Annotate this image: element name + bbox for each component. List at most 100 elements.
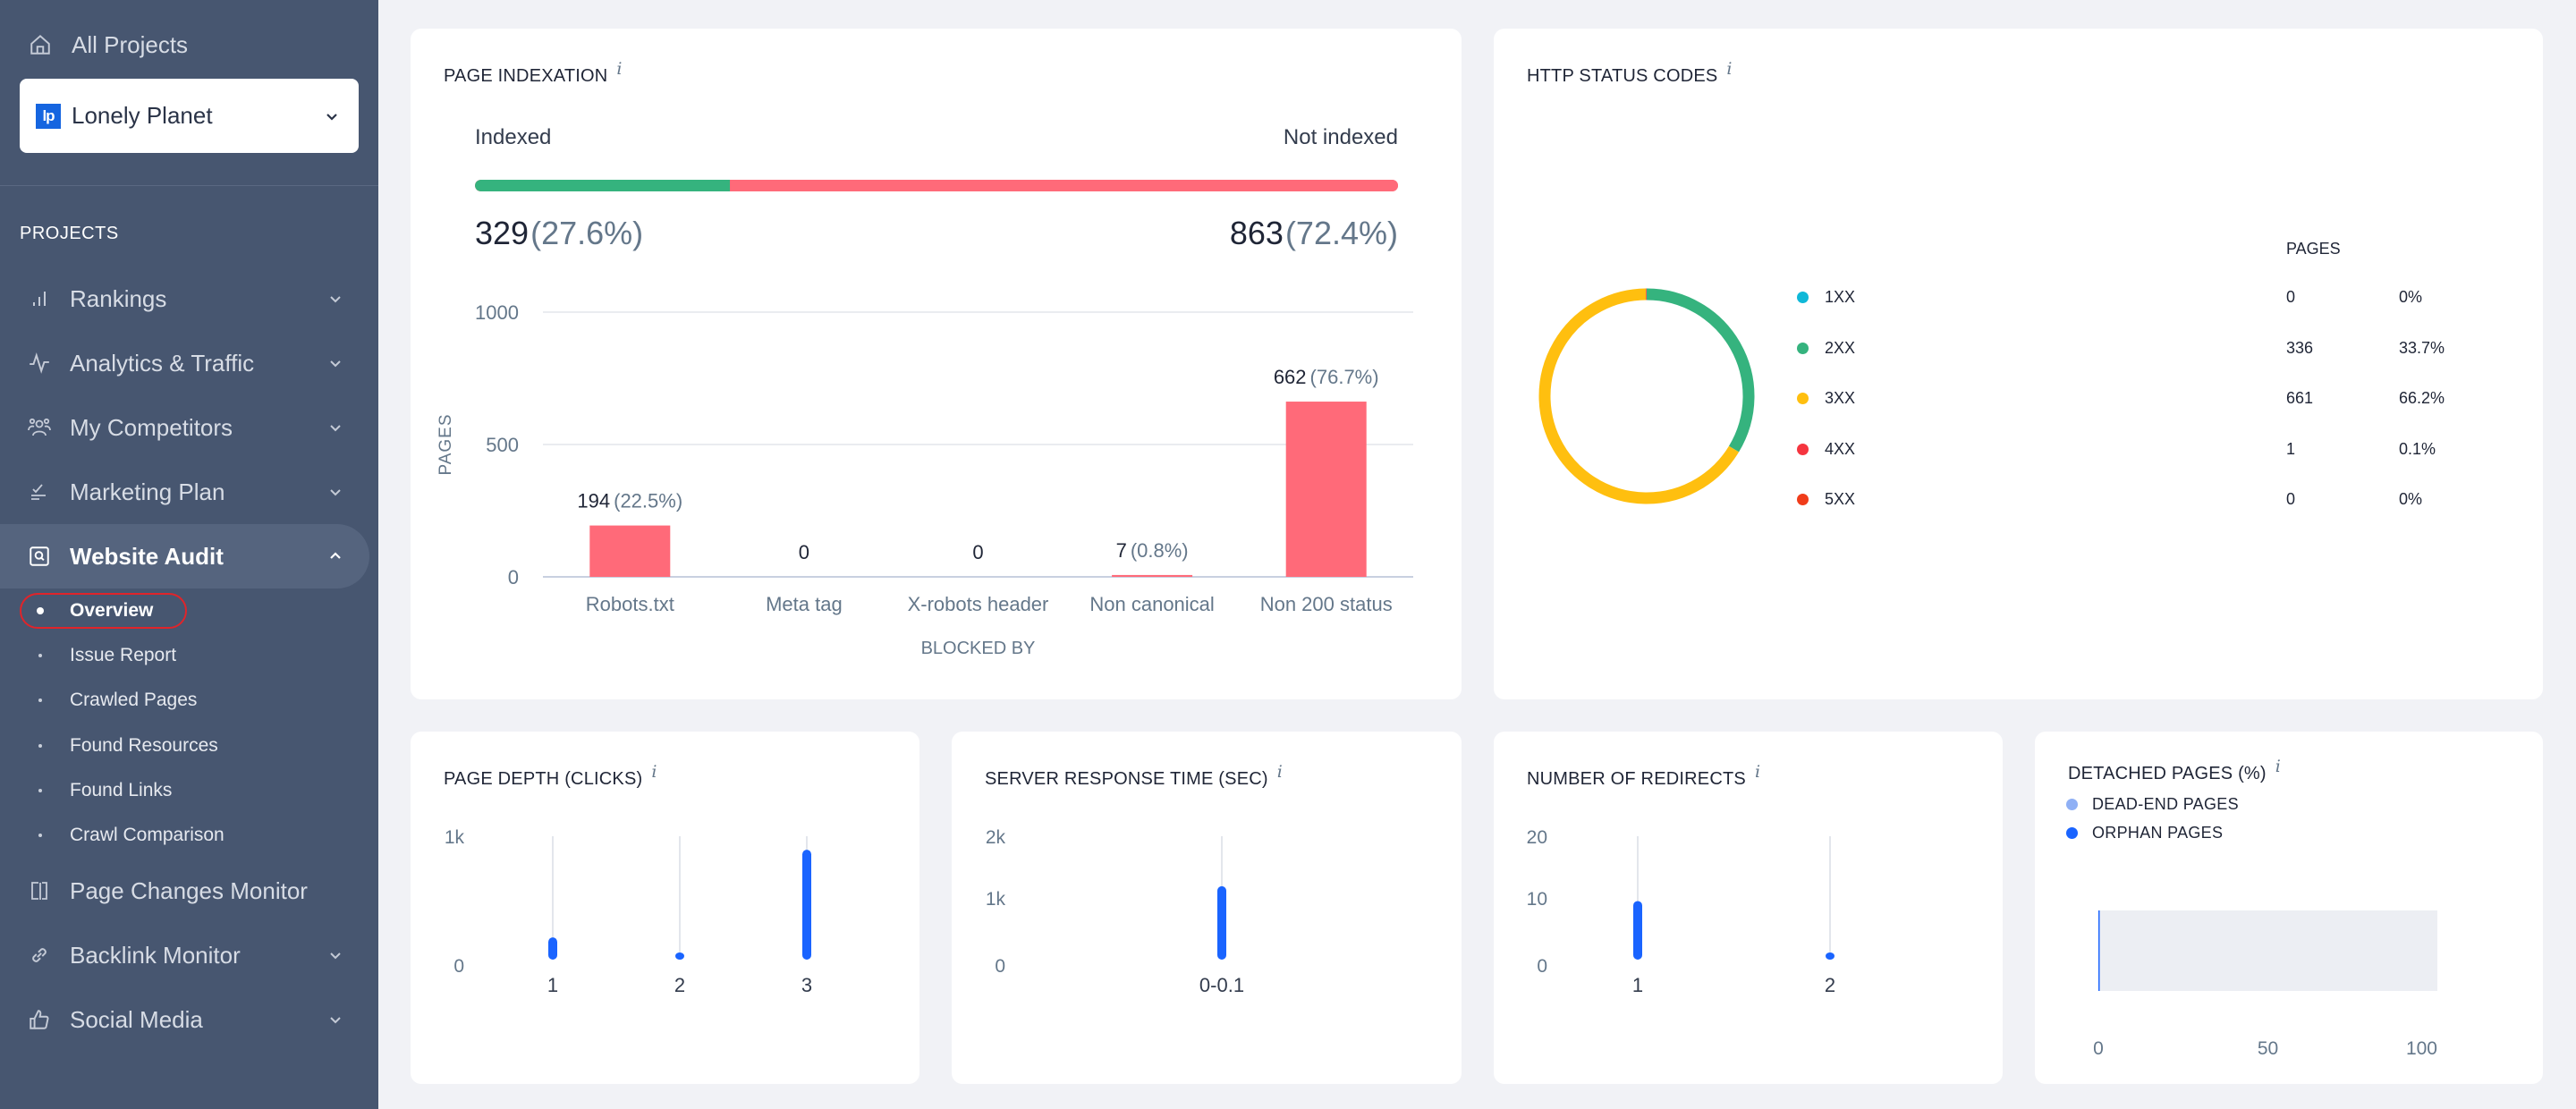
sidebar-subitem-found-links[interactable]: Found Links: [0, 773, 172, 808]
link-icon: [27, 943, 52, 968]
legend-item-3xx[interactable]: 3XX: [1797, 389, 1855, 408]
sidebar-item-marketing-plan[interactable]: Marketing Plan: [0, 460, 369, 524]
legend-item-2xx[interactable]: 2XX: [1797, 339, 1855, 358]
project-selector[interactable]: lp Lonely Planet: [20, 79, 359, 153]
sidebar-subitem-issue-report[interactable]: Issue Report: [0, 638, 176, 673]
sidebar-item-label: Rankings: [70, 284, 167, 312]
y-tick-label: 2k: [986, 827, 1006, 848]
legend-label: DEAD-END PAGES: [2092, 795, 2239, 813]
card-title: PAGE INDEXATION i: [444, 59, 623, 87]
info-icon[interactable]: i: [1755, 762, 1760, 782]
subitem-label: Issue Report: [70, 645, 177, 665]
indexation-progress-bar: [475, 180, 1398, 191]
bar-chart-icon: [27, 286, 52, 311]
y-tick-label: 500: [486, 434, 519, 456]
sidebar-item-label: Page Changes Monitor: [70, 876, 308, 904]
page-indexation-title: PAGE INDEXATION: [444, 66, 608, 86]
bar: [589, 525, 671, 577]
orphan-pages-bar: [2098, 910, 2100, 991]
bar: [675, 952, 684, 960]
legend-dead-end-pages[interactable]: DEAD-END PAGES: [2066, 795, 2239, 814]
chevron-down-icon: [330, 296, 341, 303]
page-indexation-card: 0 500 1000 PAGES BLOCKED BY Robots.txt 194 (22.…: [411, 29, 1462, 699]
sidebar-subitem-crawl-comparison[interactable]: Crawl Comparison: [0, 817, 225, 853]
legend-dot-icon: [2066, 799, 2078, 810]
info-icon[interactable]: i: [1277, 762, 1283, 782]
sidebar: All Projects lp Lonely Planet PROJECTS R…: [0, 0, 378, 1109]
detached-pages-title: DETACHED PAGES (%): [2068, 764, 2267, 783]
card-title: DETACHED PAGES (%) i: [2068, 757, 2281, 784]
legend-orphan-pages[interactable]: ORPHAN PAGES: [2066, 824, 2223, 842]
bullet-icon: [38, 654, 42, 657]
bar-value: 0: [799, 541, 809, 563]
y-tick-label: 10: [1527, 889, 1547, 910]
legend-dot-icon: [1797, 393, 1809, 404]
bar-value-label: 662 (76.7%): [1274, 366, 1379, 388]
pages-column-header: PAGES: [2286, 240, 2341, 258]
sidebar-subitem-overview[interactable]: Overview: [0, 593, 153, 629]
bar-track: [2098, 910, 2437, 991]
bullet-icon: [37, 607, 44, 614]
legend-item-5xx[interactable]: 5XX: [1797, 490, 1855, 509]
legend-item-4xx[interactable]: 4XX: [1797, 440, 1855, 459]
sidebar-subitem-found-resources[interactable]: Found Resources: [0, 728, 218, 764]
sidebar-item-analytics-traffic[interactable]: Analytics & Traffic: [0, 331, 369, 395]
page-depth-title: PAGE DEPTH (CLICKS): [444, 769, 643, 789]
y-tick-label: 0: [995, 956, 1005, 977]
subitem-label: Found Links: [70, 780, 173, 800]
card-title: SERVER RESPONSE TIME (SEC) i: [985, 762, 1283, 790]
status-pages-count: 1: [2286, 440, 2296, 458]
y-tick-label: 0: [453, 956, 464, 977]
legend-label: 3XX: [1825, 389, 1856, 407]
bar: [802, 850, 811, 960]
bar-value-label: 194 (22.5%): [577, 490, 682, 512]
sidebar-item-backlink-monitor[interactable]: Backlink Monitor: [0, 923, 369, 987]
card-title: PAGE DEPTH (CLICKS) i: [444, 762, 657, 790]
chevron-down-icon: [330, 1017, 341, 1024]
all-projects-link[interactable]: All Projects: [29, 27, 188, 63]
number-of-redirects-card: 0 10 20 1 2 NUMBER OF REDIRECTS i: [1494, 732, 2003, 1084]
x-axis-label: BLOCKED BY: [921, 639, 1036, 658]
bar: [1217, 885, 1226, 960]
users-icon: [27, 415, 52, 440]
sidebar-item-social-media[interactable]: Social Media: [0, 987, 369, 1052]
sidebar-item-rankings[interactable]: Rankings: [0, 267, 369, 331]
chevron-down-icon: [330, 360, 341, 368]
x-tick-label: Meta tag: [766, 593, 843, 615]
x-tick-label: 1: [547, 974, 558, 996]
x-tick-label: X-robots header: [908, 593, 1049, 615]
legend-dot-icon: [1797, 343, 1809, 354]
info-icon[interactable]: i: [616, 59, 622, 79]
y-axis-label: PAGES: [436, 413, 455, 475]
not-indexed-label: Not indexed: [1283, 125, 1398, 149]
thumbs-up-icon: [27, 1007, 52, 1032]
sidebar-item-website-audit[interactable]: Website Audit: [0, 524, 369, 588]
pulse-icon: [27, 351, 52, 376]
y-tick-label: 0: [508, 566, 519, 588]
status-pages-percent: 33.7%: [2399, 339, 2445, 357]
bar-percent: (76.7%): [1310, 366, 1379, 388]
sidebar-item-page-changes-monitor[interactable]: Page Changes Monitor: [0, 859, 369, 923]
status-pages-percent: 0.1%: [2399, 440, 2436, 458]
legend-label: 5XX: [1825, 490, 1856, 508]
detached-pages-chart: 0 50 100: [2093, 910, 2437, 1059]
y-tick-label: 1k: [986, 889, 1006, 910]
status-pages-percent: 0%: [2399, 490, 2423, 508]
legend-item-1xx[interactable]: 1XX: [1797, 288, 1855, 307]
status-pages-percent: 66.2%: [2399, 389, 2445, 407]
info-icon[interactable]: i: [651, 762, 657, 782]
info-icon[interactable]: i: [1726, 59, 1732, 79]
legend-label: 1XX: [1825, 288, 1856, 306]
chevron-up-icon: [330, 552, 341, 559]
legend-dot-icon: [1797, 444, 1809, 455]
y-tick-label: 0: [1537, 956, 1547, 977]
info-icon[interactable]: i: [2275, 757, 2281, 776]
sidebar-item-label: Marketing Plan: [70, 478, 225, 505]
redirects-title: NUMBER OF REDIRECTS: [1527, 769, 1746, 789]
home-icon: [30, 34, 50, 55]
not-indexed-percent: (72.4%): [1284, 215, 1398, 251]
sidebar-subitem-crawled-pages[interactable]: Crawled Pages: [0, 682, 197, 718]
indexed-percent: (27.6%): [530, 215, 644, 251]
legend-dot-icon: [1797, 292, 1809, 303]
sidebar-item-my-competitors[interactable]: My Competitors: [0, 395, 369, 460]
